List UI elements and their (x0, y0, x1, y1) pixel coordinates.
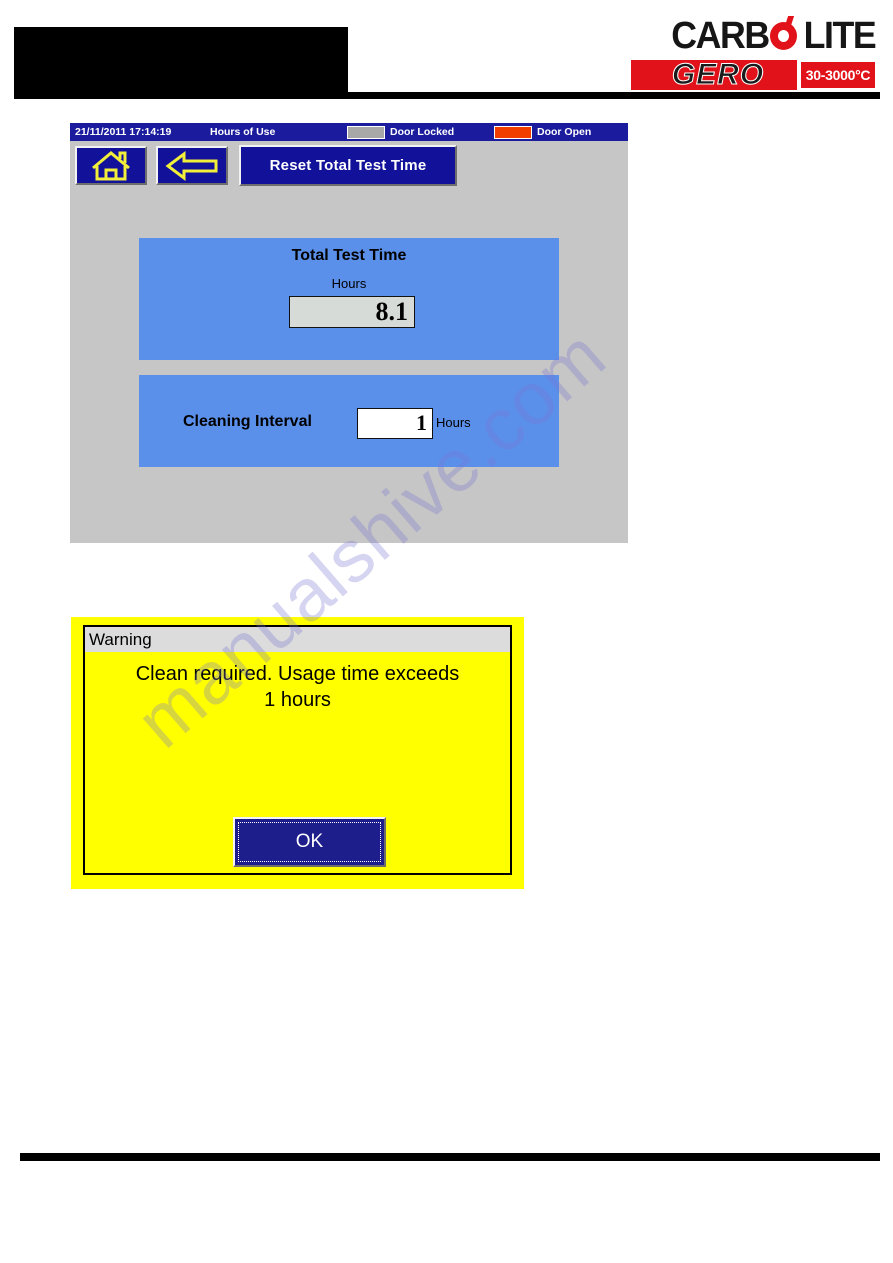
door-open-indicator (494, 126, 532, 139)
back-button[interactable] (156, 146, 228, 185)
page-header: CARB LITE GERO 30-3000°C (0, 0, 893, 100)
brand-text-carb: CARB (671, 15, 770, 57)
warning-message-line-2: 1 hours (264, 689, 331, 711)
status-bar: 21/11/2011 17:14:19 Hours of Use Door Lo… (70, 123, 628, 141)
footer-rule (20, 1153, 880, 1161)
warning-dialog-message: Clean required. Usage time exceeds 1 hou… (97, 661, 498, 713)
brand-o-icon (769, 16, 799, 56)
carbolite-gero-logo: CARB LITE GERO 30-3000°C (631, 15, 876, 94)
temperature-range-badge: 30-3000°C (801, 62, 875, 88)
cleaning-interval-input[interactable]: 1 (357, 408, 433, 439)
hmi-screen: 21/11/2011 17:14:19 Hours of Use Door Lo… (70, 123, 628, 543)
home-icon (92, 151, 130, 181)
cleaning-interval-panel: Cleaning Interval 1 Hours (139, 375, 559, 467)
status-datetime: 21/11/2011 17:14:19 (75, 126, 172, 138)
warning-message-line-1: Clean required. Usage time exceeds (135, 663, 460, 685)
brand-name-gero-row: GERO 30-3000°C (631, 58, 875, 92)
door-open-label: Door Open (537, 126, 592, 138)
header-black-block (14, 27, 348, 93)
warning-ok-button-label: OK (238, 822, 381, 862)
warning-ok-button[interactable]: OK (233, 817, 386, 867)
cleaning-interval-label: Cleaning Interval (183, 413, 312, 430)
total-test-time-panel: Total Test Time Hours 8.1 (139, 238, 559, 360)
home-button[interactable] (75, 146, 147, 185)
warning-dialog-title: Warning (85, 627, 510, 652)
warning-dialog-frame: Warning Clean required. Usage time excee… (83, 625, 512, 875)
reset-total-test-time-button[interactable]: Reset Total Test Time (239, 145, 457, 186)
screen-title: Hours of Use (210, 126, 276, 138)
door-locked-indicator (347, 126, 385, 139)
warning-dialog: Warning Clean required. Usage time excee… (71, 617, 524, 889)
toolbar: Reset Total Test Time (70, 141, 628, 191)
total-test-time-title: Total Test Time (291, 247, 407, 264)
door-locked-label: Door Locked (390, 126, 455, 138)
total-test-time-value: 8.1 (289, 296, 415, 328)
back-arrow-icon (165, 151, 218, 181)
total-test-time-units-label: Hours (331, 276, 367, 291)
brand-name-carbolite: CARB LITE (631, 15, 876, 57)
brand-text-lite: LITE (803, 15, 876, 57)
brand-text-gero: GERO (671, 58, 765, 91)
cleaning-interval-units-label: Hours (436, 415, 471, 430)
